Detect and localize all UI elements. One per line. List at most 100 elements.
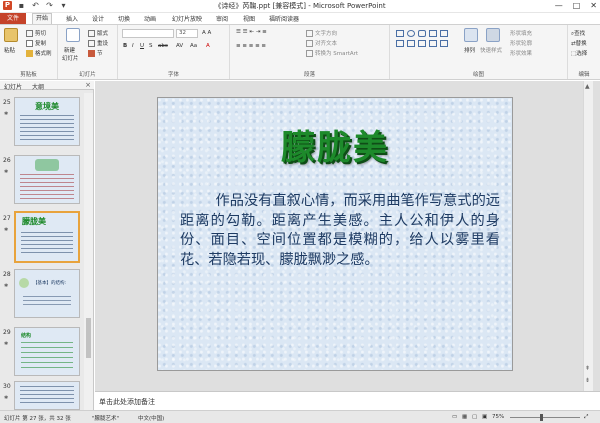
tab-foxit[interactable]: 福昕阅读器 — [269, 14, 299, 23]
zoom-slider[interactable] — [510, 417, 580, 418]
thumbnail-text-lines — [20, 115, 74, 141]
rounded-rect-shape-icon[interactable] — [418, 30, 426, 37]
brace-shape-icon[interactable] — [440, 40, 448, 47]
group-label-slides: 幻灯片 — [79, 72, 96, 78]
layout-button[interactable]: 版式 — [88, 29, 108, 37]
cut-button[interactable]: 剪切 — [26, 29, 46, 37]
underline-button[interactable]: U — [140, 43, 144, 49]
align-text-button[interactable]: 对齐文本 — [306, 39, 337, 47]
close-button[interactable]: ✕ — [590, 0, 597, 12]
tab-outline-panel[interactable]: 大纲 — [32, 82, 44, 91]
grow-font-icon[interactable]: A A — [202, 30, 211, 36]
bold-button[interactable]: B — [123, 43, 127, 49]
font-color-button[interactable]: A — [206, 43, 210, 49]
star-shape-icon[interactable] — [429, 40, 437, 47]
shape-effects-button[interactable]: 形状效果 — [510, 49, 532, 57]
notes-pane[interactable]: 单击此处添加备注 — [95, 391, 600, 410]
slide-thumbnail[interactable] — [14, 381, 80, 410]
new-slide-icon[interactable] — [66, 28, 80, 42]
tab-transitions[interactable]: 切换 — [118, 14, 130, 23]
group-font: 32 A A B I U S abc AV Aa A 字体 — [118, 25, 230, 79]
shape-outline-button[interactable]: 形状轮廓 — [510, 39, 532, 47]
tab-view[interactable]: 视图 — [243, 14, 255, 23]
slide-thumbnail[interactable] — [14, 155, 80, 204]
char-spacing-button[interactable]: AV — [176, 43, 183, 49]
font-name-select[interactable] — [122, 29, 174, 38]
connector-shape-icon[interactable] — [407, 40, 415, 47]
group-label-font: 字体 — [167, 72, 179, 78]
quick-styles-icon[interactable] — [486, 28, 500, 42]
slide-title[interactable]: 朦胧美 — [158, 120, 512, 169]
triangle-shape-icon[interactable] — [396, 40, 404, 47]
group-label-editing: 编辑 — [578, 72, 590, 78]
tab-review[interactable]: 审阅 — [216, 14, 228, 23]
slide-count-status: 幻灯片 第 27 张，共 32 张 — [4, 416, 71, 422]
select-button[interactable]: ⬚选择 — [571, 49, 587, 57]
bullets-button[interactable]: ☰ ☰ ⇤ ⇥ ≡ — [236, 29, 267, 35]
shape-fill-button[interactable]: 形状填充 — [510, 29, 532, 37]
tab-design[interactable]: 设计 — [92, 14, 104, 23]
minimize-button[interactable]: — — [555, 0, 563, 12]
arrow-shape-icon[interactable] — [440, 30, 448, 37]
tab-file[interactable]: 文件 — [0, 13, 26, 24]
paste-icon[interactable] — [4, 28, 18, 42]
zoom-percent[interactable]: 75% — [492, 414, 504, 420]
replace-button[interactable]: ⇄替换 — [571, 39, 587, 47]
quick-styles-button[interactable]: 快速样式 — [480, 46, 502, 54]
section-button[interactable]: 节 — [88, 49, 103, 57]
paste-button[interactable]: 粘贴 — [4, 46, 15, 54]
reading-view-icon[interactable]: ▢ — [472, 414, 477, 420]
thumbnail-title: 【基本】的结构: — [33, 281, 67, 286]
status-bar: 幻灯片 第 27 张，共 32 张 "朦胧艺术" 中文(中国) ▭ ▦ ▢ ▣ … — [0, 410, 600, 423]
scroll-up-icon[interactable]: ▲ — [585, 83, 590, 90]
slides-panel: 幻灯片 大纲 × 25 ✱ 意境美 26 ✱ 27 ✱ 朦胧美 28 ✱ 【基本… — [0, 81, 94, 410]
arrange-button[interactable]: 排列 — [464, 46, 475, 54]
copy-button[interactable]: 复制 — [26, 39, 46, 47]
slide-sorter-icon[interactable]: ▦ — [462, 414, 467, 420]
slide-thumbnail[interactable]: 【基本】的结构: — [14, 269, 80, 318]
shadow-button[interactable]: S — [149, 43, 153, 49]
align-buttons[interactable]: ≡ ≡ ≡ ≡ ≡ — [236, 43, 266, 49]
slide-number: 27 — [3, 215, 11, 222]
text-direction-button[interactable]: 文字方向 — [306, 29, 337, 37]
rectangle-shape-icon[interactable] — [396, 30, 404, 37]
arrange-icon[interactable] — [464, 28, 478, 42]
format-painter-button[interactable]: 格式刷 — [26, 49, 52, 57]
maximize-button[interactable]: □ — [573, 0, 581, 12]
slide-thumbnail-selected[interactable]: 朦胧美 — [14, 211, 80, 263]
tab-home[interactable]: 开始 — [32, 13, 53, 24]
strikethrough-button[interactable]: abc — [158, 43, 168, 49]
fit-to-window-icon[interactable]: ⤢ — [584, 414, 588, 421]
panel-scrollbar[interactable] — [84, 93, 93, 410]
close-panel-icon[interactable]: × — [85, 81, 91, 89]
slide-body-text[interactable]: 作品没有直叙心情，而采用曲笔作写意式的远距离的勾勒。距离产生美感。主人公和伊人的… — [180, 192, 500, 270]
tab-insert[interactable]: 插入 — [66, 14, 78, 23]
slide-thumbnail[interactable]: 意境美 — [14, 97, 80, 146]
smartart-button[interactable]: 转换为 SmartArt — [306, 49, 358, 57]
previous-slide-icon[interactable]: ⇞ — [585, 365, 590, 372]
text-direction-icon — [306, 30, 313, 37]
italic-button[interactable]: I — [132, 43, 134, 49]
slide-thumbnail[interactable]: 结构 — [14, 327, 80, 376]
slideshow-icon[interactable]: ▣ — [482, 414, 487, 420]
font-size-select[interactable]: 32 — [176, 29, 198, 38]
zoom-slider-knob[interactable] — [540, 414, 543, 421]
change-case-button[interactable]: Aa — [190, 43, 197, 49]
tab-slideshow[interactable]: 幻灯片放映 — [172, 14, 202, 23]
callout-shape-icon[interactable] — [418, 40, 426, 47]
notes-placeholder[interactable]: 单击此处添加备注 — [99, 397, 155, 407]
new-slide-label2[interactable]: 幻灯片 — [62, 54, 79, 62]
slide-scrollbar[interactable]: ▲ ⇞ ⇟ — [583, 81, 593, 391]
reset-button[interactable]: 重设 — [88, 39, 108, 47]
panel-scrollbar-thumb[interactable] — [86, 318, 91, 358]
language-status[interactable]: 中文(中国) — [138, 414, 164, 422]
oval-shape-icon[interactable] — [407, 30, 415, 37]
find-button[interactable]: ⌕查找 — [571, 29, 585, 38]
tab-slides-panel[interactable]: 幻灯片 — [4, 82, 22, 91]
normal-view-icon[interactable]: ▭ — [452, 414, 457, 420]
line-shape-icon[interactable] — [429, 30, 437, 37]
slide-canvas[interactable]: 朦胧美 作品没有直叙心情，而采用曲笔作写意式的远距离的勾勒。距离产生美感。主人公… — [157, 97, 513, 371]
next-slide-icon[interactable]: ⇟ — [585, 377, 590, 384]
tab-animations[interactable]: 动画 — [144, 14, 156, 23]
new-slide-button[interactable]: 新建 — [64, 46, 75, 54]
